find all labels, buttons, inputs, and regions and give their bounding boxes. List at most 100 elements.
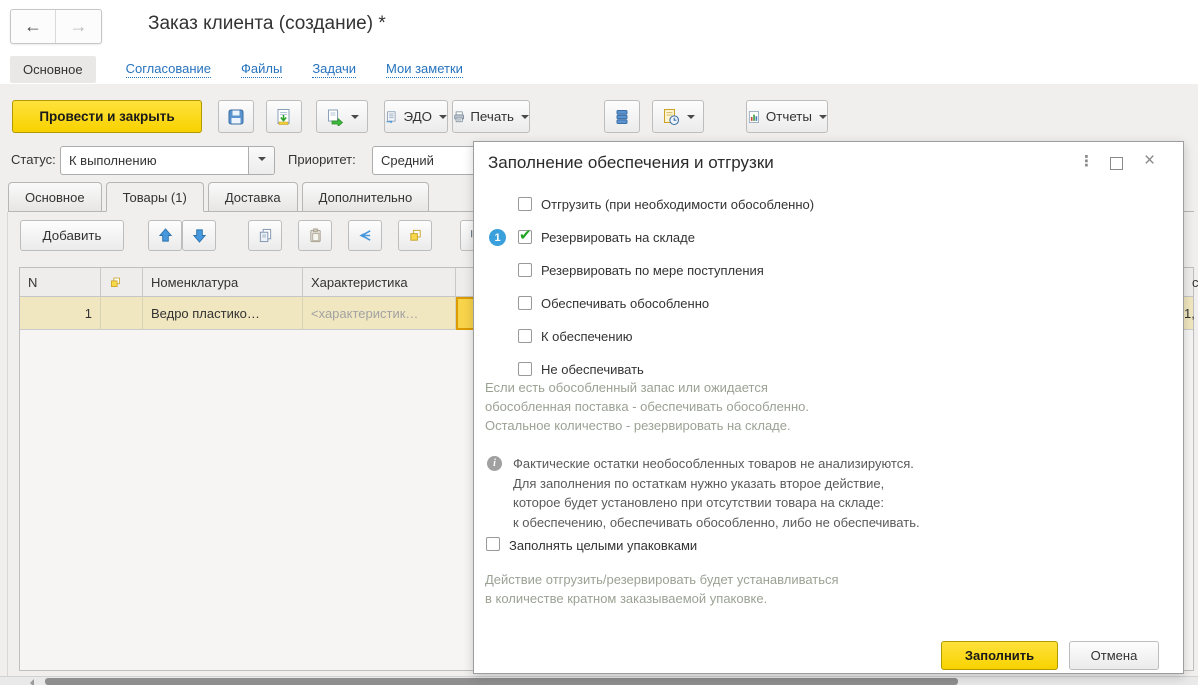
nav-tab-approval[interactable]: Согласование — [126, 61, 211, 78]
column-header-fragment[interactable]: ст — [1184, 268, 1198, 297]
copy-lines-button[interactable] — [398, 220, 432, 251]
tab-delivery[interactable]: Доставка — [208, 182, 298, 211]
printer-icon — [453, 108, 465, 126]
option-label: Не обеспечивать — [541, 362, 644, 377]
scrollbar-thumb[interactable] — [45, 678, 958, 685]
option-reserve-on-receipt[interactable]: Резервировать по мере поступления — [474, 262, 1183, 282]
reports-button[interactable]: Отчеты — [746, 100, 828, 133]
yellow-copy-icon — [408, 228, 423, 243]
status-select[interactable]: К выполнению — [60, 146, 275, 175]
edo-button[interactable]: ЭДО — [384, 100, 448, 133]
post-and-close-button[interactable]: Провести и закрыть — [12, 100, 202, 133]
nav-tab-tasks[interactable]: Задачи — [312, 61, 356, 78]
option-ship[interactable]: Отгрузить (при необходимости обособленно… — [474, 196, 1183, 216]
paste-icon — [308, 228, 323, 243]
tab-main[interactable]: Основное — [8, 182, 102, 211]
forward-arrow-icon: → — [70, 16, 88, 37]
title-bar: ← → Заказ клиента (создание) * Основное … — [0, 0, 1198, 84]
save-button[interactable] — [218, 100, 254, 133]
checkbox[interactable] — [518, 230, 532, 244]
checkbox[interactable] — [518, 362, 532, 376]
scroll-left-icon[interactable] — [26, 679, 34, 685]
print-label: Печать — [470, 109, 514, 124]
dropdown-caret-icon — [351, 115, 359, 123]
horizontal-scrollbar[interactable] — [0, 676, 1198, 685]
app-window: ← → Заказ клиента (создание) * Основное … — [0, 0, 1198, 685]
distribute-button[interactable] — [348, 220, 382, 251]
copy-icon — [258, 228, 273, 243]
report-chart-icon — [747, 108, 761, 126]
forward-button[interactable]: → — [56, 10, 101, 43]
status-value: К выполнению — [61, 153, 248, 168]
option-label: Отгрузить (при необходимости обособленно… — [541, 197, 814, 212]
add-row-button[interactable]: Добавить — [20, 220, 124, 251]
hint-packages: Действие отгрузить/резервировать будет у… — [485, 570, 839, 608]
dropdown-caret-icon — [819, 115, 827, 123]
print-button[interactable]: Печать — [452, 100, 530, 133]
arrow-down-icon — [192, 228, 207, 243]
option-label: К обеспечению — [541, 329, 632, 344]
post-document-button[interactable] — [266, 100, 302, 133]
column-header-n[interactable]: N — [20, 268, 101, 297]
dialog-menu-button[interactable]: ⋮ — [1079, 152, 1094, 170]
cell-n[interactable]: 1 — [20, 297, 101, 330]
create-based-on-icon — [326, 108, 344, 126]
hint-separate-stock: Если есть обособленный запас или ожидает… — [485, 378, 809, 435]
option-provide-separately[interactable]: Обеспечивать обособленно — [474, 295, 1183, 315]
info-line: к обеспечению, обеспечивать обособленно,… — [513, 513, 920, 533]
dropdown-caret-icon — [439, 115, 447, 123]
page-title: Заказ клиента (создание) * — [148, 13, 386, 35]
create-based-on-button[interactable] — [316, 100, 368, 133]
copy-row-button[interactable] — [248, 220, 282, 251]
nav-tabs: Основное Согласование Файлы Задачи Мои з… — [10, 55, 463, 84]
cancel-button[interactable]: Отмена — [1069, 641, 1159, 670]
dialog-title: Заполнение обеспечения и отгрузки — [488, 153, 774, 173]
info-line: Для заполнения по остаткам нужно указать… — [513, 474, 920, 494]
branch-arrows-icon — [358, 228, 373, 243]
reports-label: Отчеты — [766, 109, 812, 124]
hint-line: Остальное количество - резервировать на … — [485, 416, 809, 435]
option-label: Обеспечивать обособленно — [541, 296, 709, 311]
tab-goods[interactable]: Товары (1) — [106, 182, 204, 212]
nav-tab-files[interactable]: Файлы — [241, 61, 282, 78]
cell-nomenclature[interactable]: Ведро пластико… — [143, 297, 303, 330]
paste-row-button[interactable] — [298, 220, 332, 251]
nav-tab-main[interactable]: Основное — [10, 56, 96, 83]
back-button[interactable]: ← — [11, 10, 56, 43]
close-icon[interactable]: × — [1144, 150, 1155, 172]
fill-button[interactable]: Заполнить — [941, 641, 1058, 670]
column-header-copy[interactable] — [101, 268, 143, 297]
document-clock-icon — [662, 108, 680, 126]
hint-line: в количестве кратном заказываемой упаков… — [485, 589, 839, 608]
checkbox[interactable] — [518, 329, 532, 343]
cell-characteristic[interactable]: <характеристик… — [303, 297, 456, 330]
tab-additional[interactable]: Дополнительно — [302, 182, 430, 211]
status-dropdown-button[interactable] — [248, 147, 274, 174]
list-icon — [613, 108, 631, 126]
edo-label: ЭДО — [403, 109, 432, 124]
history-nav: ← → — [10, 9, 102, 44]
cell-copy-flag[interactable] — [101, 297, 143, 330]
info-line: Фактические остатки необособленных товар… — [513, 454, 920, 474]
move-down-button[interactable] — [182, 220, 216, 251]
list-button[interactable] — [604, 100, 640, 133]
column-header-characteristic[interactable]: Характеристика — [303, 268, 456, 297]
move-up-button[interactable] — [148, 220, 182, 251]
checkbox[interactable] — [518, 197, 532, 211]
save-icon — [227, 108, 245, 126]
nav-tab-notes[interactable]: Мои заметки — [386, 61, 463, 78]
status-label: Статус: — [11, 152, 56, 167]
maximize-icon[interactable] — [1110, 157, 1123, 170]
fill-supply-dialog: Заполнение обеспечения и отгрузки ⋮ × От… — [473, 141, 1184, 674]
whole-packages-label: Заполнять целыми упаковками — [509, 538, 697, 553]
option-label: Резервировать по мере поступления — [541, 263, 764, 278]
checkbox[interactable] — [518, 296, 532, 310]
option-to-provide[interactable]: К обеспечению — [474, 328, 1183, 348]
schedule-button[interactable] — [652, 100, 704, 133]
whole-packages-checkbox[interactable] — [486, 537, 500, 551]
info-line: которое будет установлено при отсутствии… — [513, 493, 920, 513]
column-header-nomenclature[interactable]: Номенклатура — [143, 268, 303, 297]
checkbox[interactable] — [518, 263, 532, 277]
option-reserve-warehouse[interactable]: 1 Резервировать на складе — [474, 229, 1183, 249]
option-label: Резервировать на складе — [541, 230, 695, 245]
